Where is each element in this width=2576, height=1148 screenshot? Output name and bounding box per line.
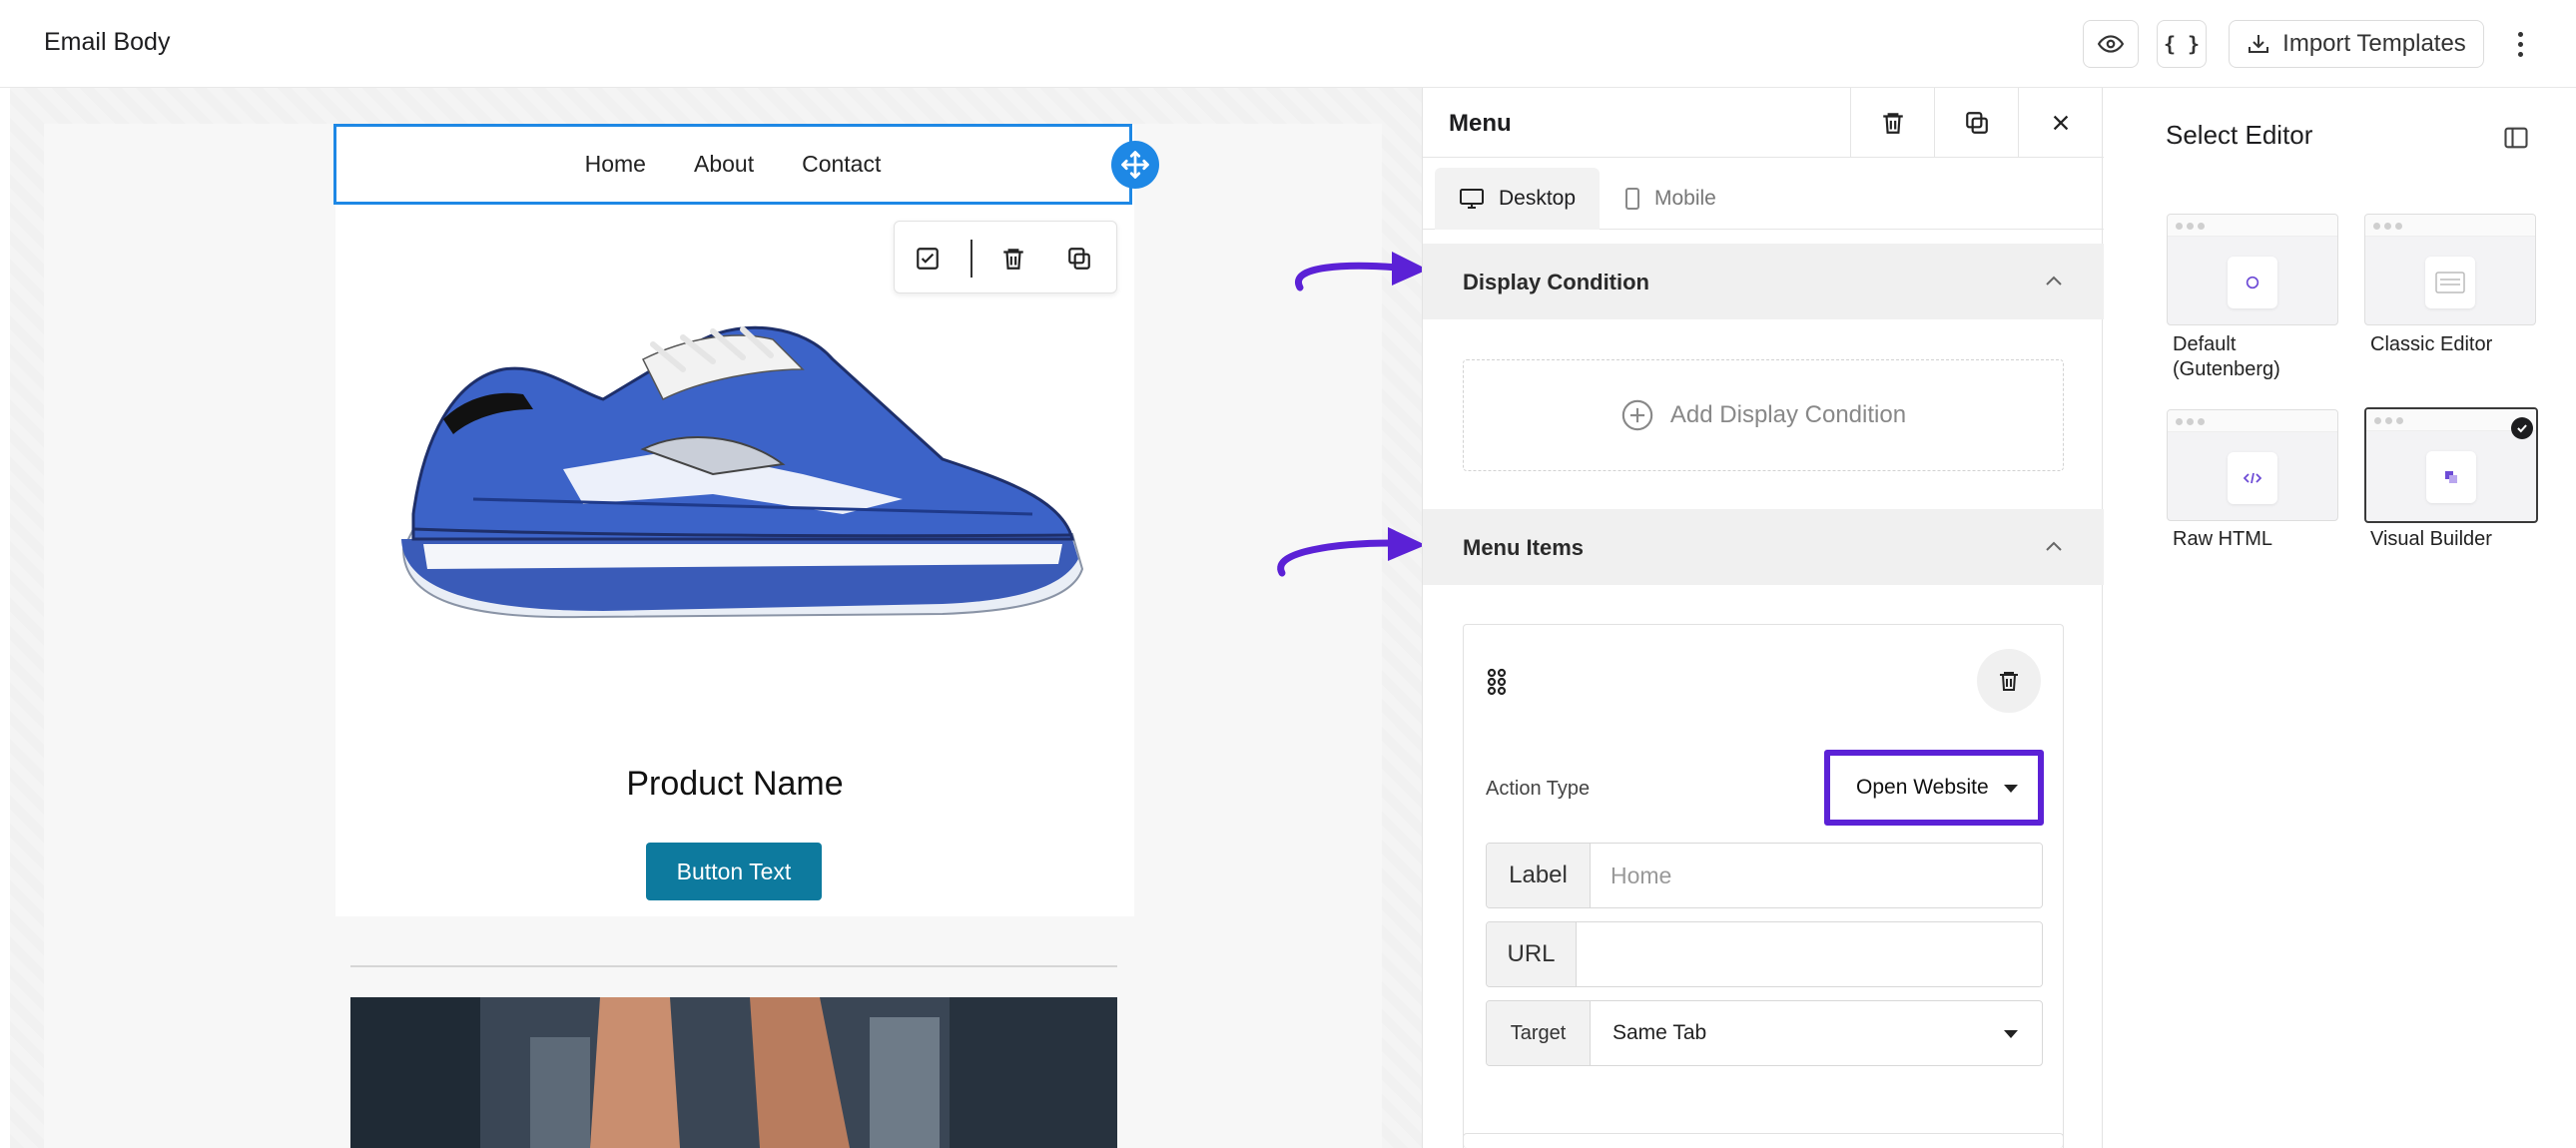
editor-option-visual-builder-label: Visual Builder: [2370, 528, 2492, 550]
target-value: Same Tab: [1612, 1021, 1707, 1044]
top-bar: Email Body { } Import Templates: [0, 0, 2576, 88]
caret-down-icon: [2004, 785, 2018, 793]
panel-close-button[interactable]: [2018, 88, 2102, 158]
editor-option-classic-label: Classic Editor: [2370, 333, 2493, 355]
lifestyle-photo[interactable]: [350, 997, 1117, 1148]
product-shoe-image[interactable]: [383, 299, 1092, 639]
panel-duplicate-button[interactable]: [1934, 88, 2018, 158]
plus-circle-icon: [1621, 399, 1653, 431]
tab-desktop[interactable]: Desktop: [1435, 168, 1601, 230]
html-code-icon: [2228, 452, 2277, 504]
trash-icon: [1003, 249, 1023, 270]
editor-option-raw-html[interactable]: [2167, 409, 2338, 521]
preview-button[interactable]: [2083, 20, 2139, 68]
editor-option-raw-html-label: Raw HTML: [2173, 528, 2273, 550]
vertical-dots-icon: [2517, 31, 2523, 37]
label-addon: Label: [1487, 844, 1591, 907]
import-templates-label: Import Templates: [2282, 30, 2466, 57]
chevron-up-icon: [2046, 541, 2062, 551]
label-input[interactable]: [1591, 844, 2042, 907]
editor-option-visual-builder[interactable]: [2364, 407, 2538, 523]
menu-block-selected[interactable]: Home About Contact: [333, 124, 1132, 205]
select-editor-title: Select Editor: [2166, 120, 2313, 150]
tab-desktop-label: Desktop: [1499, 187, 1577, 210]
code-button[interactable]: { }: [2157, 20, 2207, 68]
caret-down-icon: [2004, 1030, 2018, 1038]
add-display-condition-label: Add Display Condition: [1669, 401, 1907, 428]
move-handle[interactable]: [1111, 141, 1159, 189]
url-addon: URL: [1487, 922, 1577, 986]
more-options-button[interactable]: [2504, 24, 2536, 64]
selected-check-icon: [2511, 417, 2533, 439]
menu-items-title: Menu Items: [1463, 535, 1585, 560]
display-condition-title: Display Condition: [1463, 270, 1649, 294]
menu-item-card-next: [1463, 1133, 2064, 1148]
url-input[interactable]: [1577, 922, 2042, 986]
menu-item-contact[interactable]: Contact: [802, 151, 881, 178]
eye-icon: [2098, 35, 2124, 53]
editor-option-default[interactable]: [2167, 214, 2338, 325]
trash-icon: [1882, 113, 1903, 134]
add-display-condition-button[interactable]: Add Display Condition: [1463, 359, 2064, 471]
settings-panel: Menu Desktop Mobile Display Condition Ad…: [1422, 88, 2104, 1148]
url-field: URL: [1486, 921, 2043, 987]
select-editor-panel: Select Editor Default (Gutenberg) Classi…: [2133, 88, 2576, 1148]
trash-icon: [2000, 672, 2018, 691]
panel-title: Menu: [1449, 110, 1512, 137]
sidebar-toggle-icon[interactable]: [2502, 124, 2530, 152]
chevron-up-icon: [2046, 276, 2062, 286]
block-toolbar: [894, 221, 1117, 293]
menu-item-about[interactable]: About: [694, 151, 754, 178]
editor-option-default-label: Default (Gutenberg): [2173, 333, 2280, 380]
desktop-icon: [1460, 189, 1484, 209]
close-icon: [2053, 115, 2068, 131]
download-icon: [2249, 35, 2269, 53]
panel-delete-button[interactable]: [1850, 88, 1934, 158]
menu-items-section-header[interactable]: Menu Items: [1423, 509, 2104, 585]
duplicate-block-button[interactable]: [1064, 244, 1094, 274]
delete-menu-item-button[interactable]: [1977, 649, 2041, 713]
editor-option-classic[interactable]: [2364, 214, 2536, 325]
cta-button[interactable]: Button Text: [646, 843, 822, 900]
action-type-value: Open Website: [1856, 776, 1989, 799]
panel-header: Menu: [1423, 88, 2104, 158]
target-select[interactable]: Same Tab: [1591, 1001, 2042, 1065]
action-type-label: Action Type: [1486, 778, 1591, 800]
label-field: Label: [1486, 843, 2043, 908]
tab-mobile-label: Mobile: [1654, 187, 1716, 210]
mobile-icon: [1625, 188, 1639, 210]
action-type-select[interactable]: Open Website: [1824, 750, 2044, 826]
select-parent-button[interactable]: [913, 244, 943, 274]
gutenberg-icon: [2228, 257, 2277, 308]
arrow-annotation-icon: [1295, 252, 1428, 291]
target-addon: Target: [1487, 1001, 1591, 1065]
tab-mobile[interactable]: Mobile: [1601, 168, 1740, 230]
device-tabs: Desktop Mobile: [1423, 158, 2104, 230]
duplicate-icon: [1965, 112, 1988, 134]
target-field: Target Same Tab: [1486, 1000, 2043, 1066]
arrow-annotation-icon: [1277, 527, 1426, 577]
drag-handle-icon[interactable]: [1486, 667, 1508, 697]
toolbar-divider: [970, 240, 972, 278]
divider: [350, 965, 1117, 967]
import-templates-button[interactable]: Import Templates: [2229, 20, 2484, 68]
move-arrows-icon: [1121, 151, 1149, 179]
menu-item-home[interactable]: Home: [585, 151, 646, 178]
classic-editor-icon: [2425, 257, 2475, 308]
visual-builder-icon: [2426, 451, 2476, 503]
delete-block-button[interactable]: [998, 244, 1028, 274]
page-title: Email Body: [44, 28, 171, 56]
product-name[interactable]: Product Name: [335, 765, 1134, 804]
display-condition-section-header[interactable]: Display Condition: [1423, 244, 2104, 319]
duplicate-icon: [1068, 248, 1090, 270]
checkbox-icon: [917, 248, 939, 270]
menu-item-card: Action Type Open Website Label URL Targe…: [1463, 624, 2064, 1148]
code-braces-icon: { }: [2163, 32, 2201, 56]
